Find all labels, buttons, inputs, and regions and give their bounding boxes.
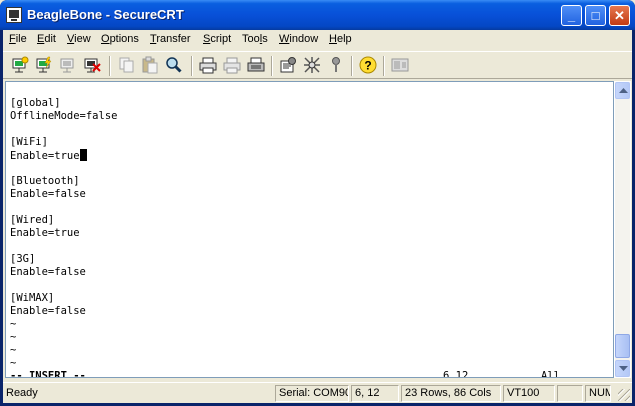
quick-connect-icon[interactable] [35,56,53,74]
terminal-line: [global] [10,97,61,109]
status-bar: Ready Serial: COM90 6, 12 23 Rows, 86 Co… [3,382,632,403]
terminal-line: Enable=false [10,266,86,278]
status-extra [557,385,583,402]
terminal-line: Enable=true [10,149,87,163]
toolbar-separator [109,56,111,76]
svg-text:?: ? [364,59,371,73]
terminal-line: Enable=false [10,188,86,200]
maximize-button[interactable]: □ [585,5,606,26]
menu-help[interactable]: Help [329,33,352,45]
toolbar-separator [271,56,273,76]
client-area: File Edit View Options Transfer Script T… [3,30,632,403]
close-button[interactable]: ✕ [609,5,630,26]
text-cursor [79,149,87,161]
global-options-icon[interactable] [303,56,321,74]
copy-icon[interactable] [117,56,135,74]
vim-cursor-position: 6,12 [443,370,469,378]
session-options-icon[interactable] [279,56,297,74]
toolbar: ? [3,51,632,79]
terminal-line: ~ [10,357,17,369]
disconnect-icon[interactable] [83,56,101,74]
status-emulation: VT100 [503,385,555,402]
menu-transfer[interactable]: Transfer [150,33,191,45]
window-title: BeagleBone - SecureCRT [27,7,184,22]
terminal-line: [Wired] [10,214,55,226]
vim-mode-indicator: -- INSERT -- [10,370,86,378]
terminal-line: [WiMAX] [10,292,55,304]
scroll-up-button[interactable] [615,82,630,99]
securecrt-app-icon[interactable] [6,7,22,23]
vim-scroll-position: All [541,370,560,378]
print-icon[interactable] [199,56,217,74]
menu-window[interactable]: Window [279,33,318,45]
find-icon[interactable] [165,56,183,74]
scroll-thumb[interactable] [615,334,630,358]
terminal-line: [WiFi] [10,136,48,148]
reconnect-icon[interactable] [59,56,77,74]
menu-bar: File Edit View Options Transfer Script T… [3,30,632,49]
status-serial: Serial: COM90 [275,385,349,402]
menu-view[interactable]: View [67,33,91,45]
terminal-line: [3G] [10,253,36,265]
terminal-line: ~ [10,344,17,356]
terminal-line: Enable=true [10,227,80,239]
menu-script[interactable]: Script [203,33,231,45]
status-size: 23 Rows, 86 Cols [401,385,501,402]
sftp-icon[interactable] [391,56,409,74]
status-cursor: 6, 12 [351,385,399,402]
keymap-icon[interactable] [327,56,345,74]
terminal-line: Enable=false [10,305,86,317]
help-icon[interactable]: ? [359,56,377,74]
minimize-button[interactable]: _ [561,5,582,26]
vertical-scrollbar[interactable] [614,81,631,378]
print-selection-icon[interactable] [223,56,241,74]
arrow-up-icon [619,88,628,93]
app-window: BeagleBone - SecureCRT _ □ ✕ File Edit V… [0,0,635,406]
scroll-down-button[interactable] [615,360,630,377]
toolbar-separator [383,56,385,76]
menu-file[interactable]: File [9,33,27,45]
status-num: NUM [585,385,611,402]
title-bar[interactable]: BeagleBone - SecureCRT _ □ ✕ [0,0,635,30]
terminal-line: ~ [10,331,17,343]
terminal-screen[interactable]: [global] OfflineMode=false [WiFi] Enable=tr… [5,81,614,378]
paste-icon[interactable] [141,56,159,74]
menu-edit[interactable]: Edit [37,33,56,45]
terminal-line: OfflineMode=false [10,110,118,122]
status-ready: Ready [6,387,38,399]
terminal-line: ~ [10,318,17,330]
arrow-down-icon [619,366,628,371]
toolbar-separator [351,56,353,76]
printer-icon[interactable] [247,56,265,74]
menu-tools[interactable]: Tools [242,33,268,45]
toolbar-separator [191,56,193,76]
terminal-line: [Bluetooth] [10,175,80,187]
resize-grip[interactable] [618,389,630,401]
menu-options[interactable]: Options [101,33,139,45]
connect-icon[interactable] [11,56,29,74]
